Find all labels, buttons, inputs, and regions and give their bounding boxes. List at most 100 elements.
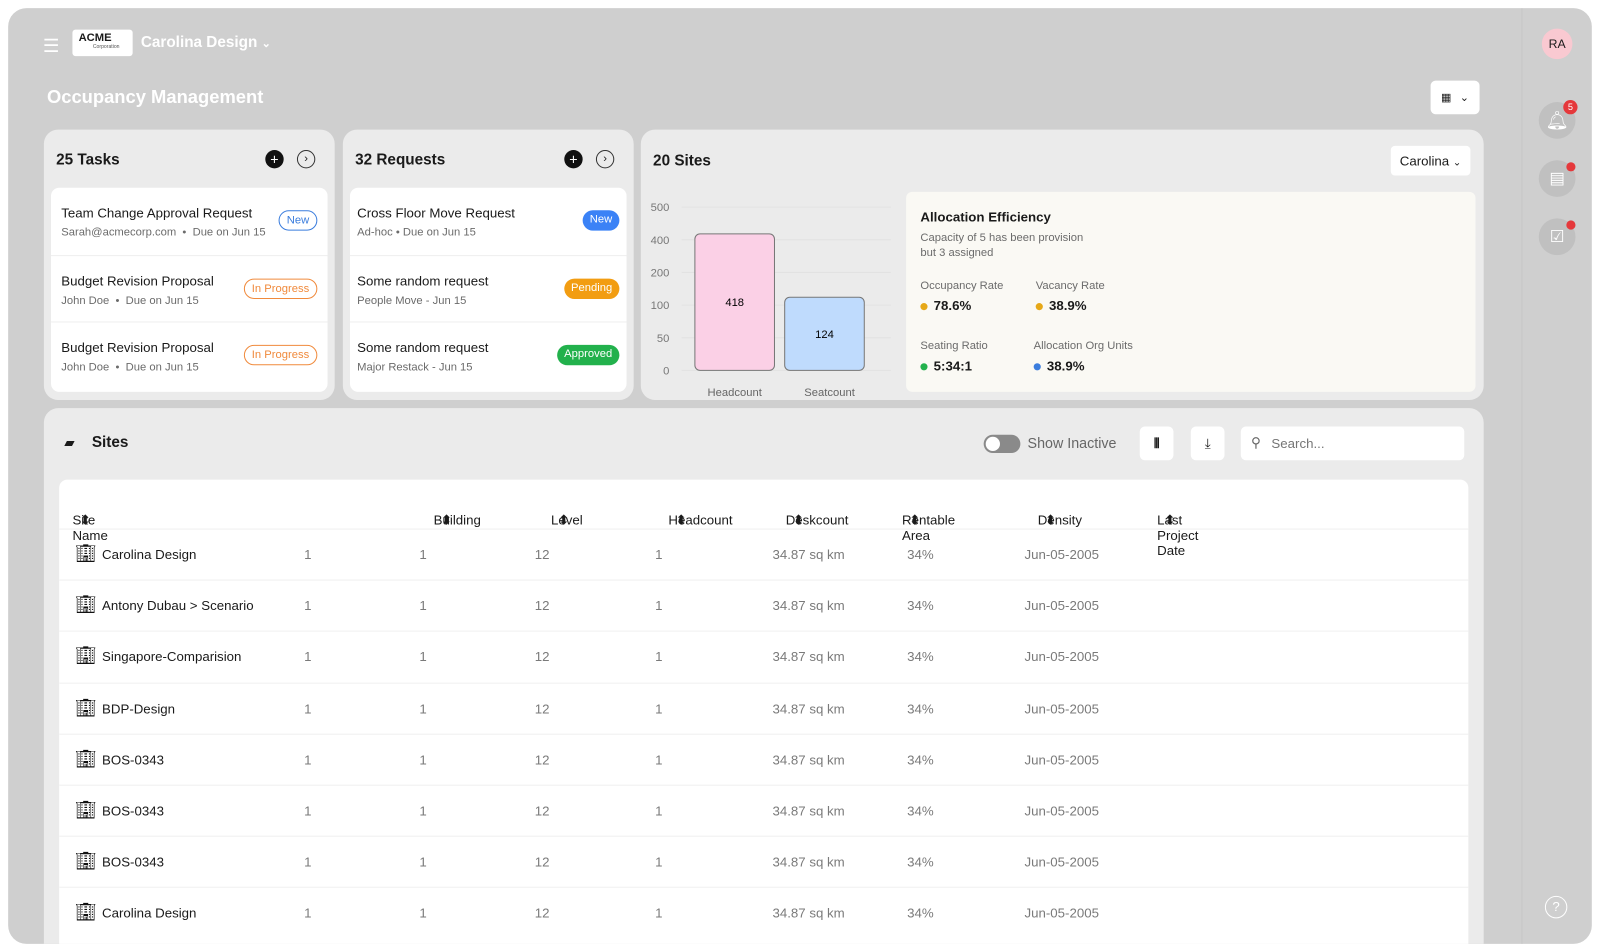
sites-summary-panel: 20 Sites Carolina ⌄ 500 400 200 100 50 0 418 He… <box>640 129 1484 400</box>
task-meta: John Doe • Due on Jun 15 <box>61 361 199 374</box>
view-requests-button[interactable]: › <box>595 149 615 169</box>
tasks-button[interactable]: ☑ <box>1538 218 1576 256</box>
request-item[interactable]: Cross Floor Move Request Ad-hoc • Due on… <box>350 188 627 254</box>
cell: 34% <box>907 649 934 665</box>
search-box[interactable]: ⚲ <box>1240 426 1465 461</box>
table-row[interactable]: 🏢︎ BOS-0343 1 1 12 1 34.87 sq km 34% Jun-05-2005 <box>59 835 1469 887</box>
status-badge: Pending <box>563 278 620 299</box>
org-switcher[interactable]: Carolina Design ⌄ <box>141 34 271 51</box>
cell: 1 <box>419 700 427 716</box>
task-title: Budget Revision Proposal <box>61 339 214 356</box>
y-tick-label: 0 <box>663 365 669 377</box>
cell: Jun-05-2005 <box>1024 700 1099 716</box>
requests-title: 32 Requests <box>355 151 446 169</box>
building-icon: 🏢︎ <box>74 697 97 717</box>
cell: 1 <box>419 854 427 870</box>
request-item[interactable]: Some random request Major Restack - Jun … <box>349 321 627 387</box>
table-row[interactable]: 🏢︎ BDP-Design 1 1 12 1 34.87 sq km 34% Jun-05-20… <box>59 682 1469 733</box>
cell: Jun-05-2005 <box>1024 546 1099 563</box>
metric-label: Seating Ratio <box>920 339 988 353</box>
cell: 1 <box>655 854 663 870</box>
request-item[interactable]: Some random request People Move - Jun 15… <box>349 254 627 321</box>
download-button[interactable]: ⤓ <box>1190 426 1225 461</box>
cell: 34% <box>907 905 934 921</box>
cell: 34.87 sq km <box>772 905 845 921</box>
site-name: Carolina Design <box>102 546 197 563</box>
status-badge: In Progress <box>243 278 318 299</box>
status-dot <box>1035 303 1043 311</box>
site-name: Antony Dubau > Scenario <box>102 598 254 614</box>
unread-dot <box>1566 162 1576 172</box>
notifications-button[interactable]: 🔔︎ 5 <box>1538 99 1578 139</box>
request-meta: Ad-hoc • Due on Jun 15 <box>357 226 476 239</box>
sites-title: 20 Sites <box>653 152 711 170</box>
request-title: Cross Floor Move Request <box>357 205 515 221</box>
add-request-button[interactable]: + <box>564 149 583 169</box>
metric: Vacancy Rate 38.9% <box>1035 280 1105 313</box>
table-row[interactable]: 🏢︎ Antony Dubau > Scenario 1 1 12 1 34.87 sq k… <box>59 579 1469 631</box>
site-name: BOS-0343 <box>102 803 164 819</box>
allocation-efficiency-card: Allocation Efficiency Capacity of 5 has … <box>906 191 1476 392</box>
sort-icon: ⬍ <box>79 512 91 528</box>
sites-table-panel: ▰ Sites Show Inactive ⦀ ⤓ ⚲ Site Name⬍Bu… <box>43 408 1484 944</box>
y-tick-label: 100 <box>651 300 670 312</box>
sort-icon: ⬍ <box>440 512 452 528</box>
status-badge: In Progress <box>243 344 318 366</box>
cell: 12 <box>534 751 550 768</box>
cell: 12 <box>534 905 550 921</box>
cell: 1 <box>655 598 663 614</box>
avatar[interactable]: RA <box>1541 28 1573 60</box>
table-row[interactable]: 🏢︎ BOS-0343 1 1 12 1 34.87 sq km 34% Jun-05-2005 <box>59 784 1469 836</box>
cell: 1 <box>419 803 427 819</box>
show-inactive-toggle[interactable] <box>983 434 1021 454</box>
sort-icon: ⬍ <box>1164 512 1176 528</box>
acme-logo[interactable]: ACME Corporation <box>72 29 133 57</box>
request-meta: People Move - Jun 15 <box>357 294 467 307</box>
requests-panel: 32 Requests + › Cross Floor Move Request… <box>342 129 634 400</box>
sort-icon: ⬍ <box>792 512 804 528</box>
efficiency-title: Allocation Efficiency <box>920 209 1051 225</box>
site-name: BDP-Design <box>102 700 176 716</box>
table-row[interactable]: 🏢︎ Carolina Design 1 1 12 1 34.87 sq km 34% Jun-… <box>59 887 1469 938</box>
requests-list: Cross Floor Move Request Ad-hoc • Due on… <box>349 187 627 392</box>
x-tick-label: Headcount <box>708 387 763 399</box>
table-row[interactable]: 🏢︎ Carolina Design 1 1 12 1 34.87 sq km 34% Jun-… <box>59 528 1469 580</box>
status-badge: New <box>582 210 620 231</box>
cell: Jun-05-2005 <box>1024 649 1099 665</box>
cell: 1 <box>419 546 427 563</box>
tasks-list: Team Change Approval Request Sarah@acmec… <box>51 187 328 392</box>
cell: 34% <box>907 751 934 768</box>
task-item[interactable]: Team Change Approval Request Sarah@acmec… <box>51 188 328 254</box>
task-meta: John Doe • Due on Jun 15 <box>61 294 199 307</box>
cell: 1 <box>304 700 312 716</box>
help-icon[interactable]: ? <box>1544 895 1568 919</box>
view-switcher-button[interactable]: ▦ ⌄ <box>1430 80 1480 115</box>
metric-label: Occupancy Rate <box>920 279 1004 292</box>
metric-value: 5:34:1 <box>933 358 973 374</box>
building-icon: 🏢︎ <box>74 748 97 769</box>
sites-table: Site Name ⬍ Building ⬍ Level ⬍ Headcount ⬍ Deskc… <box>59 479 1469 944</box>
cell: 1 <box>655 905 663 921</box>
chevron-down-icon: ⌄ <box>261 37 272 50</box>
task-item[interactable]: Budget Revision Proposal John Doe • Due … <box>51 321 328 387</box>
chevron-down-icon: ⌄ <box>1459 91 1470 105</box>
grid-icon: ▦ <box>1440 91 1452 105</box>
site-name: Singapore-Comparision <box>102 649 242 665</box>
cell: 1 <box>419 905 427 921</box>
add-task-button[interactable]: + <box>265 149 284 169</box>
cell: 1 <box>655 803 663 819</box>
site-filter-dropdown[interactable]: Carolina ⌄ <box>1390 145 1471 176</box>
search-input[interactable] <box>1271 432 1456 454</box>
metric-label: Allocation Org Units <box>1033 339 1133 353</box>
table-row[interactable]: 🏢︎ BOS-0343 1 1 12 1 34.87 sq km 34% Jun-05-2005 <box>59 733 1469 784</box>
org-name: Carolina Design <box>140 33 258 52</box>
cell: 34.87 sq km <box>772 803 845 819</box>
menu-icon[interactable]: ☰ <box>43 36 59 57</box>
columns-button[interactable]: ⦀ <box>1139 426 1174 461</box>
search-icon: ⚲ <box>1251 434 1261 450</box>
messages-button[interactable]: ▤ <box>1538 160 1576 197</box>
status-badge: New <box>278 210 318 231</box>
table-row[interactable]: 🏢︎ Singapore-Comparision 1 1 12 1 34.87 sq km 3… <box>59 631 1469 682</box>
task-item[interactable]: Budget Revision Proposal John Doe • Due … <box>51 254 328 321</box>
view-tasks-button[interactable]: › <box>296 149 316 169</box>
